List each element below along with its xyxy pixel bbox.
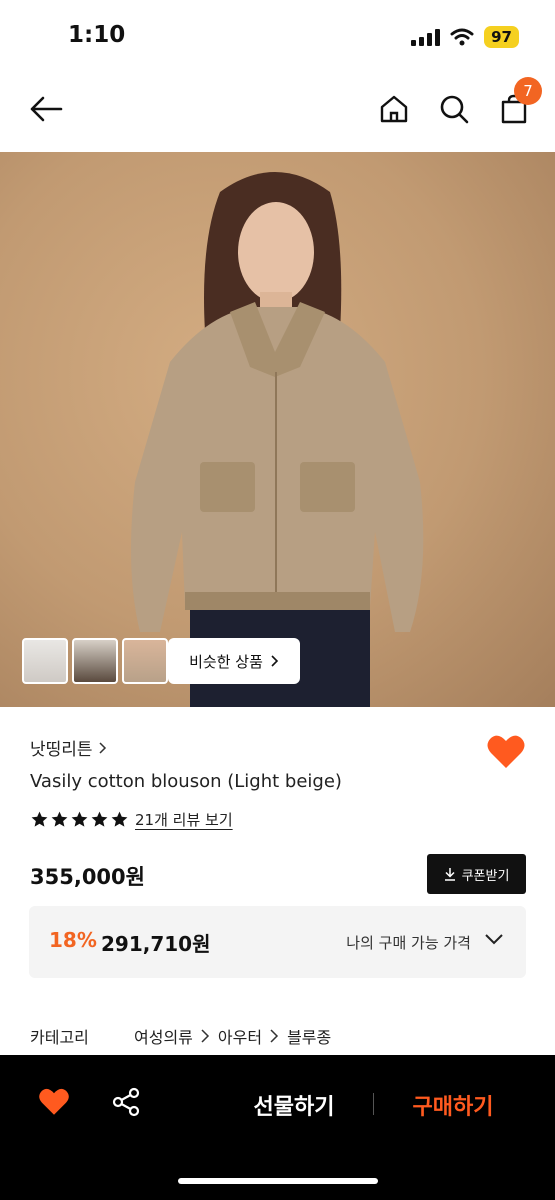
chevron-right-icon: [201, 1029, 209, 1043]
chevron-right-icon: [271, 655, 279, 667]
category-row: 카테고리 여성의류 아우터 블루종: [30, 1024, 331, 1048]
my-price-label: 나의 구매 가능 가격: [346, 934, 471, 952]
back-arrow-icon: [30, 96, 63, 122]
brand-link[interactable]: 낫띵리튼: [30, 735, 107, 760]
share-icon: [112, 1087, 140, 1117]
star-icon: [71, 811, 88, 827]
thumbnail-1[interactable]: [22, 638, 68, 684]
home-button[interactable]: [372, 87, 416, 131]
my-price-panel[interactable]: 18% 291,710원 나의 구매 가능 가격: [29, 906, 526, 978]
status-time: 1:10: [68, 22, 126, 48]
wishlist-button[interactable]: [486, 734, 526, 770]
similar-products-button[interactable]: 비슷한 상품: [168, 638, 300, 684]
divider: [373, 1093, 374, 1115]
star-icon: [51, 811, 68, 827]
star-icon: [111, 811, 128, 827]
coupon-button[interactable]: 쿠폰받기: [427, 854, 526, 894]
heart-icon: [39, 1088, 69, 1115]
home-icon: [380, 95, 408, 123]
search-button[interactable]: [432, 87, 476, 131]
brand-name: 낫띵리튼: [30, 740, 93, 760]
model-photo: [131, 172, 424, 707]
rating-stars: [30, 810, 129, 829]
bottom-action-bar: 선물하기 구매하기: [0, 1055, 555, 1200]
product-image[interactable]: 비슷한 상품: [0, 152, 555, 707]
chevron-right-icon: [270, 1029, 279, 1043]
cellular-signal-icon: [411, 28, 441, 46]
status-icons: 97: [411, 26, 519, 48]
thumbnail-3[interactable]: [122, 638, 168, 684]
download-icon: [444, 868, 455, 881]
home-indicator: [178, 1178, 378, 1184]
wifi-icon: [450, 28, 474, 46]
thumbnail-strip: [22, 638, 168, 684]
similar-products-label: 비슷한 상품: [189, 652, 263, 671]
product-name: Vasily cotton blouson (Light beige): [30, 771, 342, 792]
rating-row: 21개 리뷰 보기: [30, 809, 233, 830]
gift-button[interactable]: 선물하기: [230, 1089, 358, 1121]
chevron-down-icon: [485, 934, 503, 945]
category-women-clothing[interactable]: 여성의류: [134, 1024, 193, 1048]
category-label: 카테고리: [30, 1028, 89, 1047]
top-navigation: 7: [0, 75, 555, 150]
discount-rate: 18%: [49, 928, 97, 952]
cart-button[interactable]: 7: [492, 77, 542, 131]
status-bar: 1:10 97: [0, 0, 555, 75]
buy-button[interactable]: 구매하기: [394, 1089, 512, 1121]
discount-price: 291,710원: [101, 932, 211, 956]
like-button[interactable]: [38, 1087, 72, 1119]
category-blouson[interactable]: 블루종: [287, 1024, 331, 1048]
share-button[interactable]: [112, 1087, 144, 1119]
heart-icon: [487, 735, 525, 768]
cart-count-badge: 7: [514, 77, 542, 105]
back-button[interactable]: [24, 87, 68, 131]
search-icon: [440, 95, 469, 124]
review-link[interactable]: 21개 리뷰 보기: [135, 809, 233, 830]
star-icon: [91, 811, 108, 827]
thumbnail-2[interactable]: [72, 638, 118, 684]
category-outer[interactable]: 아우터: [218, 1024, 262, 1048]
battery-level: 97: [484, 26, 519, 48]
star-icon: [31, 811, 48, 827]
original-price: 355,000원: [30, 865, 145, 889]
chevron-right-icon: [99, 741, 106, 754]
coupon-label: 쿠폰받기: [461, 868, 510, 884]
